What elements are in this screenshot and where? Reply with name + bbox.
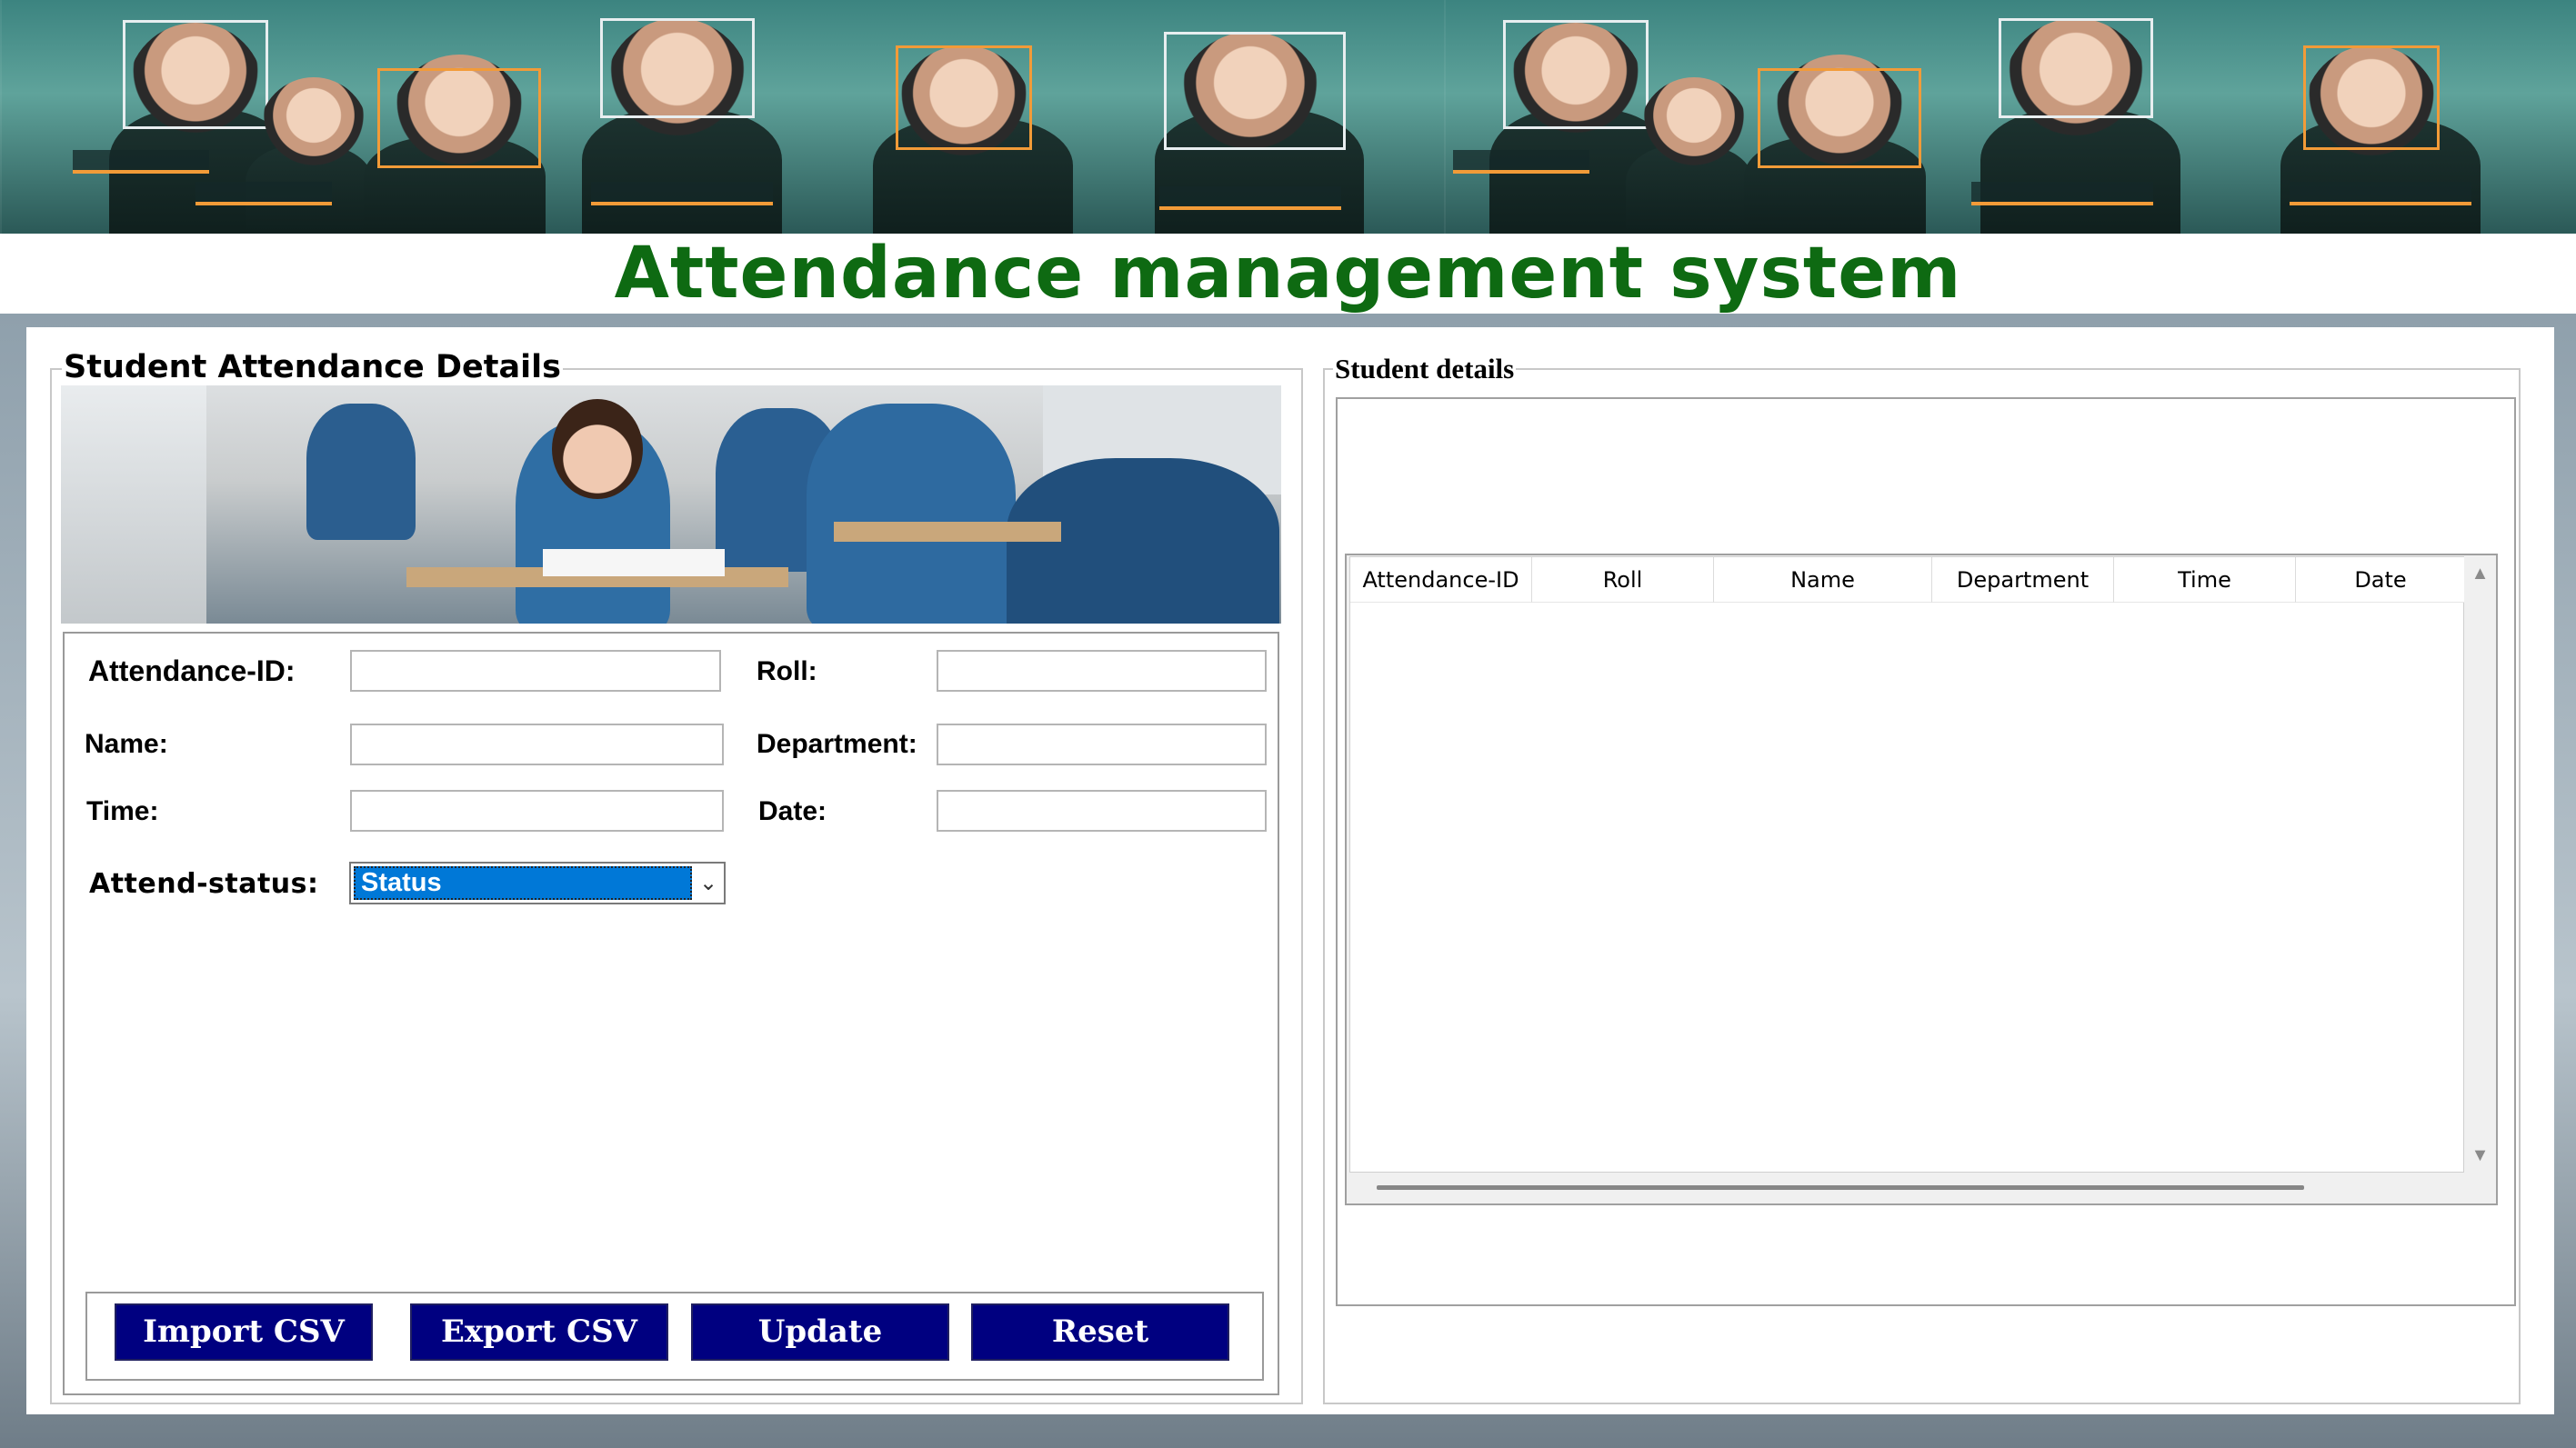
banner-image-right (1444, 0, 2576, 234)
name-label: Name: (85, 729, 168, 759)
column-header-date[interactable]: Date (2296, 557, 2465, 603)
table-header: Attendance-ID Roll Name Department Time … (1350, 557, 2465, 603)
chevron-down-icon[interactable]: ⌄ (695, 866, 722, 900)
column-header-time[interactable]: Time (2114, 557, 2296, 603)
update-button[interactable]: Update (691, 1303, 949, 1361)
horizontal-scrollbar-thumb[interactable] (1377, 1185, 2304, 1190)
triangle-up-icon[interactable]: ▲ (2464, 556, 2496, 591)
column-header-name[interactable]: Name (1714, 557, 1932, 603)
header-banner-image (0, 0, 2576, 234)
name-input[interactable] (350, 724, 724, 765)
attendance-id-label: Attendance-ID: (88, 654, 296, 687)
roll-label: Roll: (757, 656, 817, 686)
column-header-attendance-id[interactable]: Attendance-ID (1350, 557, 1532, 603)
horizontal-scrollbar[interactable] (1349, 1173, 2464, 1203)
attend-status-selected-value: Status (354, 866, 692, 900)
export-csv-button[interactable]: Export CSV (410, 1303, 668, 1361)
attend-status-select[interactable]: Status ⌄ (349, 862, 726, 904)
attendance-id-input[interactable] (350, 650, 721, 692)
date-label: Date: (758, 796, 827, 826)
department-input[interactable] (937, 724, 1267, 765)
classroom-image (61, 385, 1281, 624)
date-input[interactable] (937, 790, 1267, 832)
time-input[interactable] (350, 790, 724, 832)
attend-status-label: Attend-status: (89, 868, 319, 900)
app-title: Attendance management system (614, 233, 1962, 315)
triangle-down-icon[interactable]: ▼ (2464, 1138, 2496, 1173)
column-header-roll[interactable]: Roll (1532, 557, 1714, 603)
title-bar: Attendance management system (0, 234, 2576, 314)
department-label: Department: (757, 729, 917, 759)
vertical-scrollbar[interactable]: ▲ ▼ (2464, 556, 2496, 1173)
column-header-department[interactable]: Department (1932, 557, 2114, 603)
banner-image-left (0, 0, 1444, 234)
student-details-title: Student details (1333, 353, 1517, 385)
reset-button[interactable]: Reset (971, 1303, 1229, 1361)
attendance-table[interactable]: Attendance-ID Roll Name Department Time … (1349, 556, 2465, 1173)
import-csv-button[interactable]: Import CSV (115, 1303, 373, 1361)
attendance-details-title: Student Attendance Details (62, 349, 563, 385)
roll-input[interactable] (937, 650, 1267, 692)
time-label: Time: (86, 796, 159, 826)
